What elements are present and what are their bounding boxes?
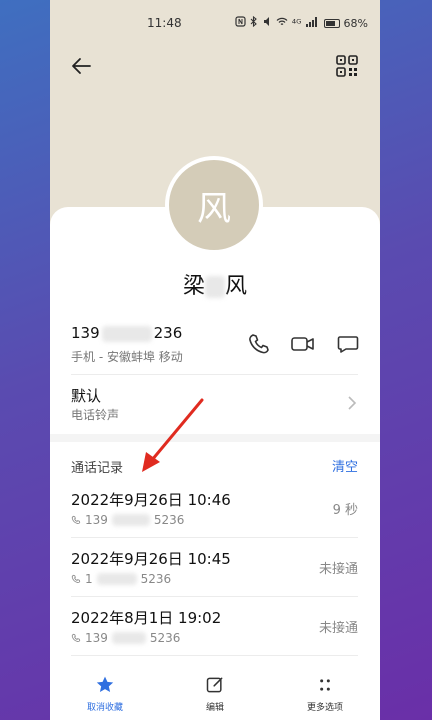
more-dots-icon <box>320 679 330 691</box>
unfavorite-button[interactable]: 取消收藏 <box>55 665 155 720</box>
number-redaction <box>96 573 137 585</box>
clear-call-log-button[interactable]: 清空 <box>332 456 358 475</box>
edit-label: 编辑 <box>205 703 224 713</box>
phone-small-icon <box>71 574 81 584</box>
phone-icon <box>249 334 269 354</box>
call-log-title: 通话记录 <box>71 461 124 476</box>
call-log-number-suffix: 5236 <box>149 631 181 645</box>
call-log-number: 139 5236 <box>71 513 184 527</box>
more-options-label: 更多选项 <box>306 703 343 713</box>
call-log-number-suffix: 5236 <box>153 513 185 527</box>
message-bubble-icon <box>337 336 359 353</box>
phone-small-icon <box>71 633 81 643</box>
video-camera-icon <box>291 337 314 351</box>
chevron-right-icon <box>348 396 357 410</box>
bluetooth-icon <box>250 15 258 30</box>
contact-name-last: 风 <box>225 274 248 299</box>
nfc-icon <box>235 16 246 30</box>
status-bar: 11:48 ⁴ᴳ 68% <box>50 0 380 44</box>
edit-icon <box>206 677 223 693</box>
call-log-number-prefix: 1 <box>85 572 93 586</box>
call-button[interactable] <box>247 332 271 356</box>
call-log-status: 未接通 <box>318 562 358 577</box>
back-button[interactable] <box>70 54 94 78</box>
contact-detail-screen: 11:48 ⁴ᴳ 68% 风 梁 风 139 236 手机 - 安徽蚌埠 移动 … <box>50 0 380 720</box>
signal-icon <box>305 16 318 30</box>
avatar-letter: 风 <box>197 188 231 229</box>
more-options-button[interactable]: 更多选项 <box>275 665 375 720</box>
number-redaction <box>111 514 150 526</box>
call-log-item[interactable]: 2022年9月26日 10:45 1 5236 未接通 <box>71 548 358 608</box>
name-redaction <box>205 276 225 298</box>
contact-name: 梁风 <box>50 268 380 300</box>
status-time: 11:48 <box>147 16 182 30</box>
divider <box>71 374 358 375</box>
avatar[interactable]: 风 <box>165 156 263 254</box>
status-icons: ⁴ᴳ 68% <box>235 15 368 30</box>
phone-suffix: 236 <box>153 324 183 342</box>
video-call-button[interactable] <box>290 332 314 356</box>
edit-button[interactable]: 编辑 <box>165 665 265 720</box>
call-log-number-suffix: 5236 <box>140 572 172 586</box>
call-log-item[interactable]: 2022年8月1日 19:02 139 5236 未接通 <box>71 607 358 667</box>
bottom-nav: 取消收藏 编辑 更多选项 <box>50 665 380 720</box>
contact-name-first: 梁 <box>182 274 205 299</box>
qr-code-button[interactable] <box>336 55 358 77</box>
battery-icon <box>323 18 340 28</box>
battery-percent: 68% <box>343 16 368 30</box>
phone-prefix: 139 <box>71 324 100 342</box>
number-redaction <box>111 632 146 644</box>
call-log-date: 2022年9月26日 10:45 <box>71 550 231 568</box>
phone-redaction <box>101 325 152 342</box>
call-log-status: 9 秒 <box>332 503 358 518</box>
unfavorite-label: 取消收藏 <box>86 703 123 713</box>
ringtone-title: 默认 <box>71 387 102 405</box>
arrow-left-icon <box>72 58 91 74</box>
divider <box>71 655 358 656</box>
section-separator <box>50 434 380 442</box>
message-button[interactable] <box>336 332 360 356</box>
divider <box>71 537 358 538</box>
call-log-status: 未接通 <box>318 621 358 636</box>
call-log-item[interactable]: 2022年9月26日 10:46 139 5236 9 秒 <box>71 489 358 549</box>
wifi-icon <box>276 17 288 30</box>
call-log-date: 2022年9月26日 10:46 <box>71 491 231 509</box>
signal-type: ⁴ᴳ <box>291 16 302 30</box>
call-log-number-prefix: 139 <box>85 513 108 527</box>
call-log-number: 139 5236 <box>71 631 180 645</box>
qr-code-icon <box>336 55 358 77</box>
star-icon <box>96 676 114 692</box>
call-log-number: 1 5236 <box>71 572 171 586</box>
ringtone-subtitle: 电话铃声 <box>71 408 120 422</box>
mute-icon <box>262 16 272 30</box>
call-log-date: 2022年8月1日 19:02 <box>71 609 222 627</box>
phone-small-icon <box>71 515 81 525</box>
phone-number[interactable]: 139 236 <box>71 324 182 342</box>
call-log-number-prefix: 139 <box>85 631 108 645</box>
divider <box>71 596 358 597</box>
phone-location: 手机 - 安徽蚌埠 移动 <box>71 350 183 364</box>
